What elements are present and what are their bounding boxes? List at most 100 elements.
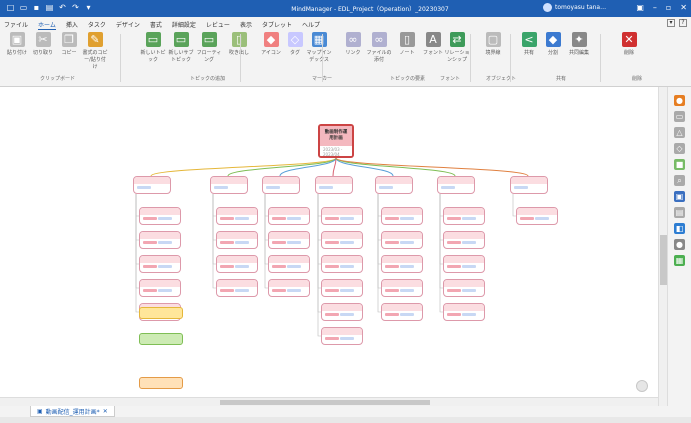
tab-menu-4[interactable]: デザイン — [116, 20, 140, 30]
subtopic[interactable] — [139, 255, 181, 273]
subtopic[interactable] — [516, 207, 558, 225]
maximize-icon[interactable]: ▫ — [666, 3, 671, 12]
subtopic[interactable] — [216, 279, 258, 297]
panel-icon[interactable]: ▦ — [674, 255, 685, 266]
panel-icon[interactable]: △ — [674, 127, 685, 138]
subtopic[interactable] — [268, 279, 310, 297]
tab-menu-9[interactable]: タブレット — [262, 20, 292, 30]
panel-icon[interactable]: ● — [674, 95, 685, 106]
subtopic[interactable] — [443, 279, 485, 297]
subtopic[interactable] — [268, 207, 310, 225]
subtopic[interactable] — [268, 231, 310, 249]
subtopic[interactable] — [443, 207, 485, 225]
panel-icon[interactable]: ◇ — [674, 143, 685, 154]
subtopic[interactable] — [216, 207, 258, 225]
tab-menu-7[interactable]: レビュー — [206, 20, 230, 30]
subtopic[interactable] — [216, 255, 258, 273]
ribbon-button-16[interactable]: ▢ 境界線 — [480, 32, 506, 56]
panel-icon[interactable]: ◧ — [674, 223, 685, 234]
close-icon[interactable]: ✕ — [680, 3, 687, 12]
ribbon-button-10[interactable]: ▦ マップインデックス — [306, 32, 332, 63]
panel-icon[interactable]: ▤ — [674, 207, 685, 218]
callout-topic[interactable] — [139, 377, 183, 389]
open-icon[interactable]: ▭ — [19, 3, 28, 12]
subtopic[interactable] — [321, 279, 363, 297]
subtopic[interactable] — [321, 327, 363, 345]
subtopic[interactable] — [443, 303, 485, 321]
panel-icon[interactable]: ▣ — [674, 191, 685, 202]
horizontal-scrollbar[interactable] — [0, 397, 658, 406]
horizontal-scroll-thumb[interactable] — [220, 400, 430, 405]
new-icon[interactable]: □ — [6, 3, 15, 12]
ribbon-button-15[interactable]: ⇄ リレーションシップ — [444, 32, 470, 63]
ribbon-button-1[interactable]: ✂ 切り取り — [30, 32, 56, 56]
ribbon-button-4[interactable]: ▭ 新しいトピック — [140, 32, 166, 63]
tab-menu-10[interactable]: ヘルプ — [302, 20, 320, 30]
save-icon[interactable]: ▪ — [32, 3, 41, 12]
ribbon-button-6[interactable]: ▭ フローティング — [196, 32, 222, 63]
print-icon[interactable]: ▤ — [45, 3, 54, 12]
ribbon-button-19[interactable]: ✦ 共同編集 — [566, 32, 592, 56]
ribbon-button-14[interactable]: A フォント — [420, 32, 446, 56]
subtopic[interactable] — [216, 231, 258, 249]
tab-menu-3[interactable]: タスク — [88, 20, 106, 30]
tab-menu-8[interactable]: 表示 — [240, 20, 252, 30]
callout-topic[interactable] — [139, 333, 183, 345]
ribbon-button-17[interactable]: < 共有 — [516, 32, 542, 56]
main-topic[interactable] — [210, 176, 248, 194]
main-topic[interactable] — [375, 176, 413, 194]
subtopic[interactable] — [139, 279, 181, 297]
main-topic[interactable] — [510, 176, 548, 194]
document-tab[interactable]: ▣ 動画配信_運用計画* ✕ — [30, 406, 115, 417]
subtopic[interactable] — [381, 303, 423, 321]
subtopic[interactable] — [381, 255, 423, 273]
subtopic[interactable] — [139, 207, 181, 225]
ribbon-button-0[interactable]: ▣ 貼り付け — [4, 32, 30, 56]
main-topic[interactable] — [315, 176, 353, 194]
ribbon-button-13[interactable]: ▯ ノート — [394, 32, 420, 56]
main-topic[interactable] — [133, 176, 171, 194]
ribbon-button-7[interactable]: ▯ 吹き出し — [226, 32, 252, 56]
subtopic[interactable] — [321, 303, 363, 321]
vertical-scrollbar[interactable] — [658, 87, 667, 406]
main-topic[interactable] — [262, 176, 300, 194]
search-icon[interactable]: ⌕ — [674, 175, 685, 186]
floating-action-button[interactable] — [636, 380, 648, 392]
subtopic[interactable] — [381, 207, 423, 225]
subtopic[interactable] — [443, 231, 485, 249]
subtopic[interactable] — [321, 255, 363, 273]
help-icon[interactable]: ? — [679, 19, 687, 27]
ribbon-button-20[interactable]: ✕ 削除 — [616, 32, 642, 56]
tab-menu-0[interactable]: ファイル — [4, 20, 28, 30]
tab-menu-1[interactable]: ホーム — [38, 20, 56, 30]
tab-menu-2[interactable]: 挿入 — [66, 20, 78, 30]
ribbon-button-3[interactable]: ✎ 書式のコピー/貼り付け — [82, 32, 108, 70]
ribbon-button-5[interactable]: ▭ 新しいサブトピック — [168, 32, 194, 63]
main-topic[interactable] — [437, 176, 475, 194]
ribbon-button-11[interactable]: ∞ リンク — [340, 32, 366, 56]
minimize-icon[interactable]: – — [653, 3, 657, 12]
user-account[interactable]: tomoyasu tana… — [543, 3, 606, 12]
vertical-scroll-thumb[interactable] — [660, 235, 667, 285]
subtopic[interactable] — [443, 255, 485, 273]
subtopic[interactable] — [321, 231, 363, 249]
subtopic[interactable] — [139, 231, 181, 249]
subtopic[interactable] — [321, 207, 363, 225]
map-canvas[interactable]: 動画制作運用計画 2023/03 - 2023/04 — [0, 87, 658, 406]
tab-menu-5[interactable]: 書式 — [150, 20, 162, 30]
tab-menu-6[interactable]: 詳細設定 — [172, 20, 196, 30]
central-topic[interactable]: 動画制作運用計画 2023/03 - 2023/04 — [318, 124, 354, 158]
undo-icon[interactable]: ↶ — [58, 3, 67, 12]
ribbon-options-icon[interactable]: ▾ — [667, 19, 675, 27]
ribbon-button-8[interactable]: ◆ アイコン — [258, 32, 284, 56]
ribbon-button-9[interactable]: ◇ タグ — [282, 32, 308, 56]
ribbon-display-icon[interactable]: ▣ — [636, 3, 644, 12]
panel-icon[interactable]: ■ — [674, 159, 685, 170]
panel-icon[interactable]: ▭ — [674, 111, 685, 122]
ribbon-button-12[interactable]: ∞ ファイルの添付 — [366, 32, 392, 63]
subtopic[interactable] — [268, 255, 310, 273]
close-tab-icon[interactable]: ✕ — [103, 408, 108, 415]
subtopic[interactable] — [381, 279, 423, 297]
panel-icon[interactable]: ● — [674, 239, 685, 250]
customize-icon[interactable]: ▾ — [84, 3, 93, 12]
